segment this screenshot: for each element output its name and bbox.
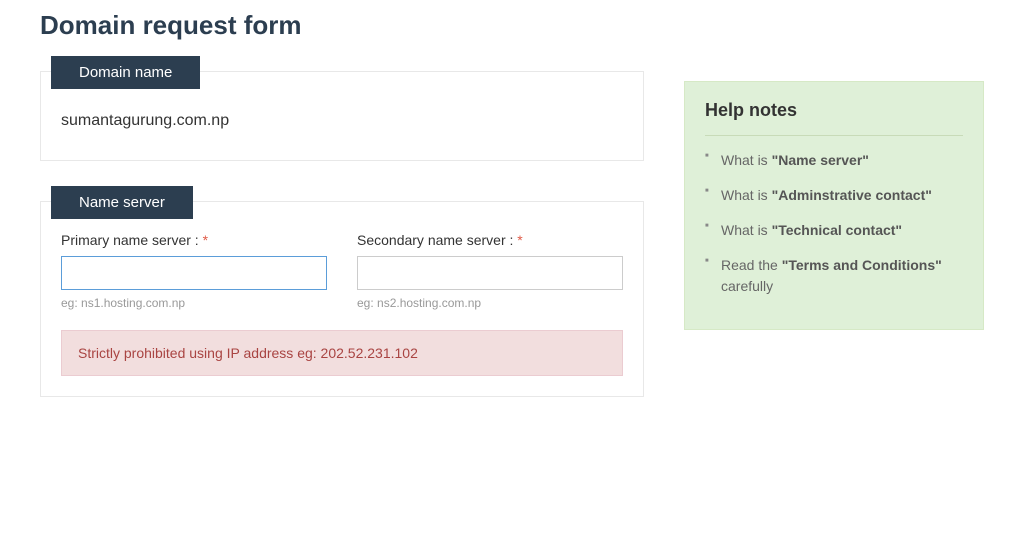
- help-item-em: "Terms and Conditions": [782, 257, 942, 273]
- help-item-terms[interactable]: Read the "Terms and Conditions" carefull…: [705, 255, 963, 297]
- name-server-header: Name server: [51, 186, 193, 219]
- ip-warning: Strictly prohibited using IP address eg:…: [61, 330, 623, 376]
- domain-name-value: sumantagurung.com.np: [61, 102, 623, 140]
- domain-name-panel: Domain name sumantagurung.com.np: [40, 71, 644, 161]
- help-item-prefix: What is: [721, 222, 772, 238]
- secondary-ns-label: Secondary name server : *: [357, 232, 623, 248]
- required-marker: *: [203, 232, 208, 248]
- help-item-prefix: Read the: [721, 257, 782, 273]
- help-item-name-server[interactable]: What is "Name server": [705, 150, 963, 171]
- name-server-panel: Name server Primary name server : * eg: …: [40, 201, 644, 397]
- help-item-em: "Technical contact": [772, 222, 903, 238]
- help-item-em: "Name server": [772, 152, 869, 168]
- primary-ns-input[interactable]: [61, 256, 327, 290]
- help-notes-title: Help notes: [705, 100, 963, 121]
- help-item-prefix: What is: [721, 152, 772, 168]
- help-item-suffix: carefully: [721, 278, 773, 294]
- help-item-tech-contact[interactable]: What is "Technical contact": [705, 220, 963, 241]
- help-item-admin-contact[interactable]: What is "Adminstrative contact": [705, 185, 963, 206]
- help-divider: [705, 135, 963, 136]
- primary-ns-hint: eg: ns1.hosting.com.np: [61, 296, 327, 310]
- primary-ns-label: Primary name server : *: [61, 232, 327, 248]
- help-notes-panel: Help notes What is "Name server" What is…: [684, 81, 984, 330]
- help-item-em: "Adminstrative contact": [772, 187, 932, 203]
- secondary-ns-input[interactable]: [357, 256, 623, 290]
- secondary-ns-label-text: Secondary name server :: [357, 232, 517, 248]
- help-list: What is "Name server" What is "Adminstra…: [705, 150, 963, 297]
- help-item-prefix: What is: [721, 187, 772, 203]
- secondary-ns-hint: eg: ns2.hosting.com.np: [357, 296, 623, 310]
- required-marker: *: [517, 232, 522, 248]
- domain-name-header: Domain name: [51, 56, 200, 89]
- primary-ns-label-text: Primary name server :: [61, 232, 203, 248]
